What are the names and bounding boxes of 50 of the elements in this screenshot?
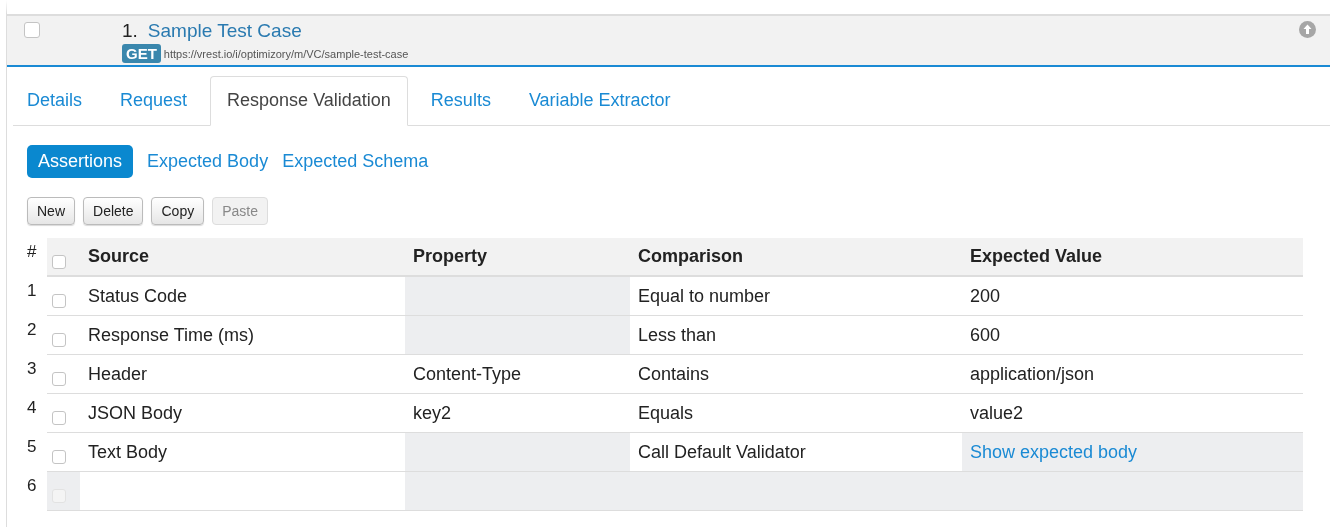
toolbar-button[interactable]: Copy — [151, 197, 205, 225]
row-number: 3 — [27, 358, 38, 380]
checkbox[interactable] — [52, 254, 66, 269]
checkbox[interactable] — [52, 294, 66, 308]
table-cell-text: Response Time (ms) — [88, 324, 255, 346]
table-cell-text: Status Code — [88, 285, 188, 307]
column-header: Source — [80, 238, 405, 277]
pill-tab[interactable]: Expected Body — [147, 145, 269, 178]
table-cell-text: Header — [88, 363, 148, 385]
row-number: 2 — [27, 319, 38, 341]
row-number-heading: # — [27, 241, 38, 263]
table-cell-text: Equal to number — [638, 285, 771, 307]
column-header: Expected Value — [962, 238, 1303, 277]
table-cell-text: JSON Body — [88, 402, 183, 424]
table-cell-text: application/json — [970, 363, 1095, 385]
table-cell-text: 200 — [970, 285, 1001, 307]
table-cell-text: Equals — [638, 402, 694, 424]
tab[interactable]: Details — [27, 76, 102, 125]
table-cell-text: Content-Type — [413, 363, 522, 385]
method-badge: GET — [122, 44, 161, 63]
case-number: 1. — [122, 20, 138, 42]
checkbox[interactable] — [52, 450, 66, 464]
table-cell-text: Call Default Validator — [638, 441, 806, 463]
table-cell-text: value2 — [970, 402, 1024, 424]
table-cell-text: Less than — [638, 324, 717, 346]
checkbox[interactable] — [52, 333, 66, 347]
column-header: Property — [405, 238, 630, 277]
column-header: Comparison — [630, 238, 962, 277]
row-number: 4 — [27, 397, 38, 419]
tab[interactable]: Results — [411, 76, 510, 125]
toolbar-button[interactable]: Delete — [83, 197, 144, 225]
row-number: 1 — [27, 280, 38, 302]
table-cell-text: 600 — [970, 324, 1001, 346]
row-number: 5 — [27, 436, 38, 458]
table-cell-text: key2 — [413, 402, 452, 424]
test-case-title-link[interactable]: Sample Test Case — [147, 20, 302, 42]
upload-icon[interactable] — [1299, 21, 1316, 38]
tab[interactable]: Variable Extractor — [509, 76, 690, 125]
checkbox[interactable] — [52, 411, 66, 425]
pill-tab[interactable]: Expected Schema — [282, 145, 429, 178]
tab[interactable]: Request — [101, 76, 207, 125]
checkbox[interactable] — [52, 372, 66, 386]
url-text: https://vrest.io/i/optimizory/m/VC/sample-test-case — [163, 47, 409, 60]
tab[interactable]: Response Validation — [210, 76, 408, 126]
table-cell-text: Contains — [638, 363, 710, 385]
checkbox[interactable] — [24, 22, 40, 38]
row-number: 6 — [27, 475, 38, 497]
toolbar-button[interactable]: New — [27, 197, 75, 225]
table-cell-text: Text Body — [88, 441, 168, 463]
pill-tab[interactable]: Assertions — [27, 145, 134, 178]
